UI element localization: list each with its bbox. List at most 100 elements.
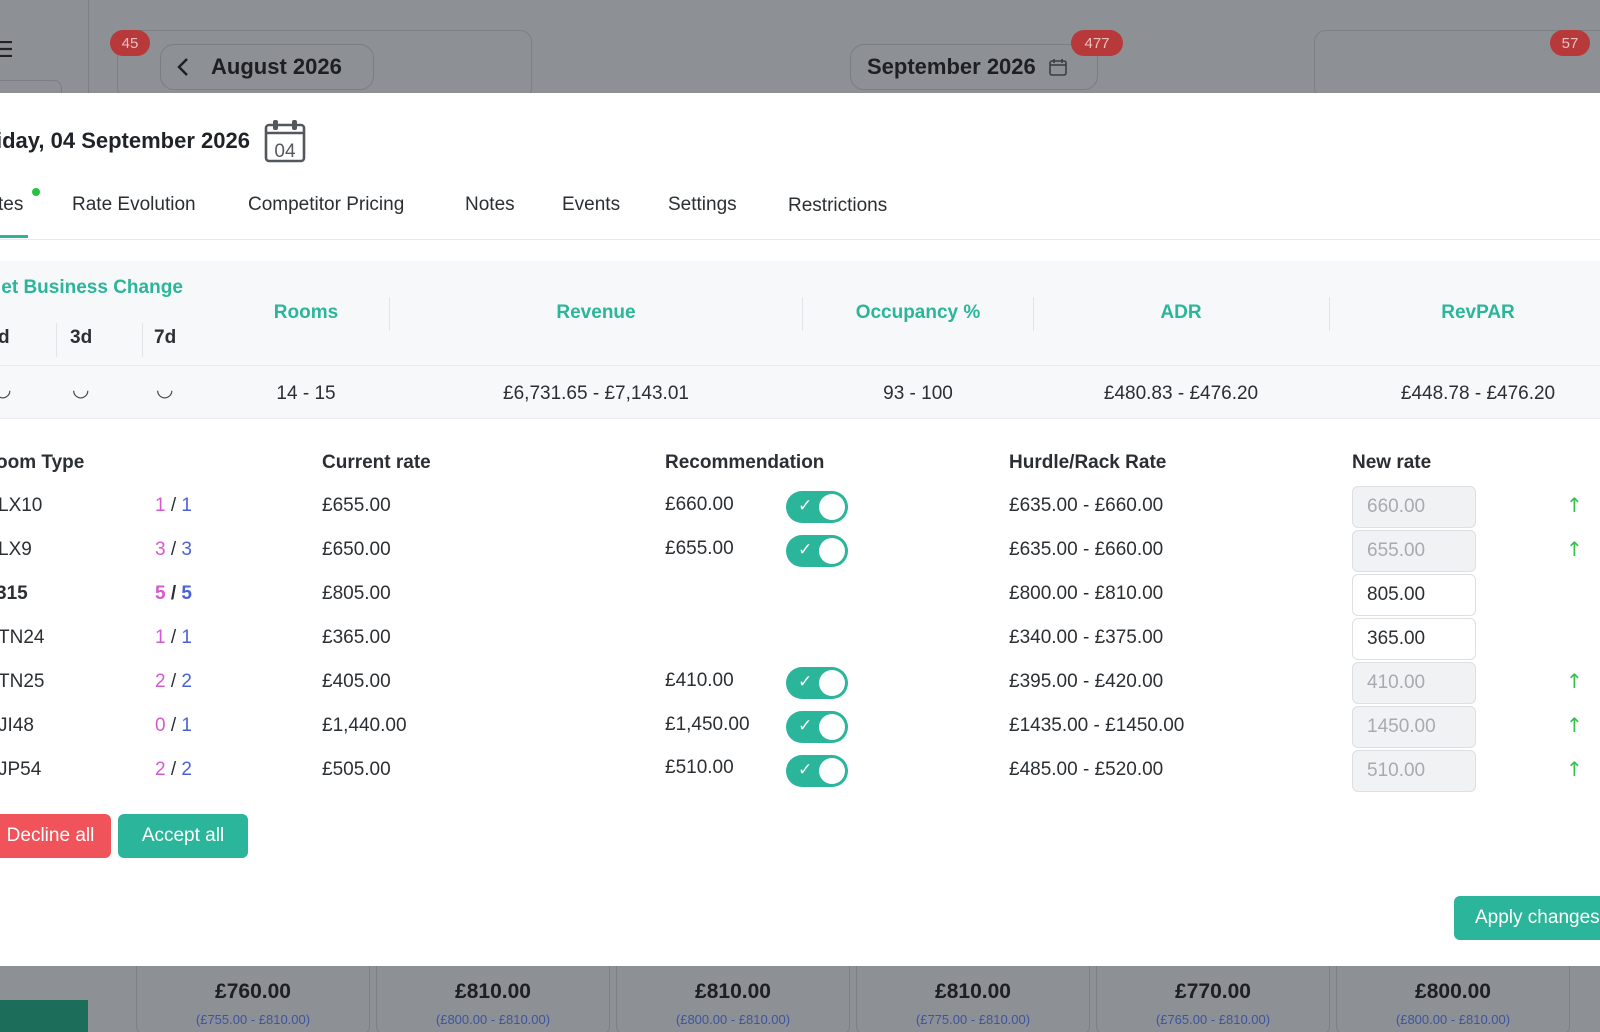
arrow-up-icon: ↑ (1566, 537, 1583, 561)
availability-sold: 3 (155, 539, 166, 560)
prev-month-label: August 2026 (211, 54, 342, 79)
period-1d-value: ◡ (0, 377, 12, 401)
net-business-change-title: let Business Change (0, 277, 183, 298)
recommendation-value: £660.00 (665, 494, 734, 515)
arrow-up-icon: ↑ (1566, 713, 1583, 737)
count-badge: 477 (1071, 30, 1123, 56)
new-rate-input[interactable]: 805.00 (1352, 574, 1476, 616)
current-rate: £650.00 (322, 539, 391, 560)
prev-month-button[interactable]: August 2026 (160, 44, 374, 90)
day-price: £770.00 (1175, 980, 1251, 1003)
check-icon: ✓ (798, 496, 813, 516)
day-price-card[interactable]: £760.00 (£755.00 - £810.00) (136, 966, 370, 1032)
new-rate-input[interactable]: 660.00 (1352, 486, 1476, 528)
net-business-change-panel: let Business Change d 3d 7d Rooms Revenu… (0, 261, 1600, 419)
accept-recommendation-toggle[interactable]: ✓ (786, 667, 848, 699)
background-calendar-row: £760.00 (£755.00 - £810.00) £810.00 (£80… (0, 966, 1600, 1032)
day-price-card[interactable]: £770.00 (£765.00 - £810.00) (1096, 966, 1330, 1032)
recommendation-value: £410.00 (665, 670, 734, 691)
table-row: 315 5 / 5 £805.00 £800.00 - £810.00 805.… (0, 573, 1600, 617)
menu-icon[interactable]: ☰ (0, 38, 14, 63)
availability-sold: 5 (155, 583, 166, 604)
metric-occupancy-label: Occupancy % (855, 302, 981, 323)
availability-total: 2 (181, 671, 192, 692)
period-1d[interactable]: d (0, 327, 10, 349)
current-rate: £805.00 (322, 583, 391, 604)
availability-total: 2 (181, 759, 192, 780)
accept-recommendation-toggle[interactable]: ✓ (786, 491, 848, 523)
period-3d-value: ◡ (72, 377, 90, 401)
metric-adr-value: £480.83 - £476.20 (1103, 383, 1259, 404)
availability-total: 3 (181, 539, 192, 560)
table-row: JI48 0 / 1 £1,440.00 £1,450.00 ✓ £1435.0… (0, 705, 1600, 749)
decline-all-button[interactable]: Decline all (0, 814, 111, 858)
day-price-range: (£765.00 - £810.00) (1155, 1012, 1271, 1027)
day-price: £810.00 (935, 980, 1011, 1003)
new-rate-header: New rate (1352, 452, 1432, 473)
accept-recommendation-toggle[interactable]: ✓ (786, 755, 848, 787)
accept-recommendation-toggle[interactable]: ✓ (786, 535, 848, 567)
day-price-range: (£800.00 - £810.00) (1395, 1012, 1511, 1027)
room-type-name: JI48 (0, 715, 34, 736)
new-rate-input[interactable]: 655.00 (1352, 530, 1476, 572)
period-7d[interactable]: 7d (154, 327, 176, 349)
availability: 1 / 1 (155, 627, 192, 648)
availability-sold: 2 (155, 759, 166, 780)
tab-notes[interactable]: Notes (465, 194, 515, 216)
new-rate-input[interactable]: 410.00 (1352, 662, 1476, 704)
divider (142, 323, 143, 357)
accept-recommendation-toggle[interactable]: ✓ (786, 711, 848, 743)
current-rate: £505.00 (322, 759, 391, 780)
hurdle-rate-range: £340.00 - £375.00 (1009, 627, 1164, 648)
availability-sold: 1 (155, 495, 166, 516)
room-type-name: JP54 (0, 759, 42, 780)
period-7d-value: ◡ (156, 377, 174, 401)
toggle-knob (819, 538, 845, 564)
new-rate-input[interactable]: 365.00 (1352, 618, 1476, 660)
tab-competitor-pricing[interactable]: Competitor Pricing (248, 194, 404, 216)
calendar-icon (1048, 59, 1067, 76)
tab-rate-evolution[interactable]: Rate Evolution (72, 194, 196, 216)
current-month-picker[interactable]: September 2026 (850, 44, 1098, 90)
tab-settings[interactable]: Settings (668, 194, 737, 216)
calendar-day-icon: 04 (264, 120, 306, 163)
day-price-card[interactable]: £810.00 (£775.00 - £810.00) (856, 966, 1090, 1032)
divider (802, 297, 803, 331)
recommendation-header: Recommendation (665, 452, 825, 473)
room-type-name: TN24 (0, 627, 45, 648)
day-price: £800.00 (1415, 980, 1491, 1003)
notification-dot (32, 188, 40, 196)
day-price-card[interactable]: £810.00 (£800.00 - £810.00) (376, 966, 610, 1032)
accept-all-button[interactable]: Accept all (118, 814, 248, 858)
check-icon: ✓ (798, 672, 813, 692)
active-tab-indicator (0, 235, 28, 238)
recommendation-value: £1,450.00 (665, 714, 750, 735)
metric-rooms-label: Rooms (273, 302, 339, 323)
metric-adr-label: ADR (1160, 302, 1202, 323)
metric-revpar-value: £448.78 - £476.20 (1400, 383, 1556, 404)
period-3d[interactable]: 3d (70, 327, 92, 349)
new-rate-input[interactable]: 1450.00 (1352, 706, 1476, 748)
room-type-name: LX9 (0, 539, 32, 560)
tab-rates[interactable]: tes (0, 194, 23, 216)
day-price: £810.00 (455, 980, 531, 1003)
divider (56, 323, 57, 357)
tab-restrictions[interactable]: Restrictions (788, 195, 887, 217)
tab-events[interactable]: Events (562, 194, 620, 216)
background-header: ☰ August 2026 September 2026 45 477 57 (0, 0, 1600, 100)
availability-sold: 2 (155, 671, 166, 692)
room-type-header: oom Type (0, 452, 85, 473)
day-price-card[interactable]: £800.00 (£800.00 - £810.00) (1336, 966, 1570, 1032)
availability: 5 / 5 (155, 583, 192, 604)
count-badge: 57 (1550, 30, 1590, 56)
current-rate: £365.00 (322, 627, 391, 648)
apply-changes-button[interactable]: Apply changes (1454, 896, 1600, 940)
day-price-range: (£800.00 - £810.00) (675, 1012, 791, 1027)
day-price-card[interactable]: £810.00 (£800.00 - £810.00) (616, 966, 850, 1032)
count-badge: 45 (110, 30, 150, 56)
room-type-name: TN25 (0, 671, 45, 692)
modal-title: iday, 04 September 2026 (0, 128, 250, 153)
check-icon: ✓ (798, 716, 813, 736)
new-rate-input[interactable]: 510.00 (1352, 750, 1476, 792)
day-price-range: (£775.00 - £810.00) (915, 1012, 1031, 1027)
